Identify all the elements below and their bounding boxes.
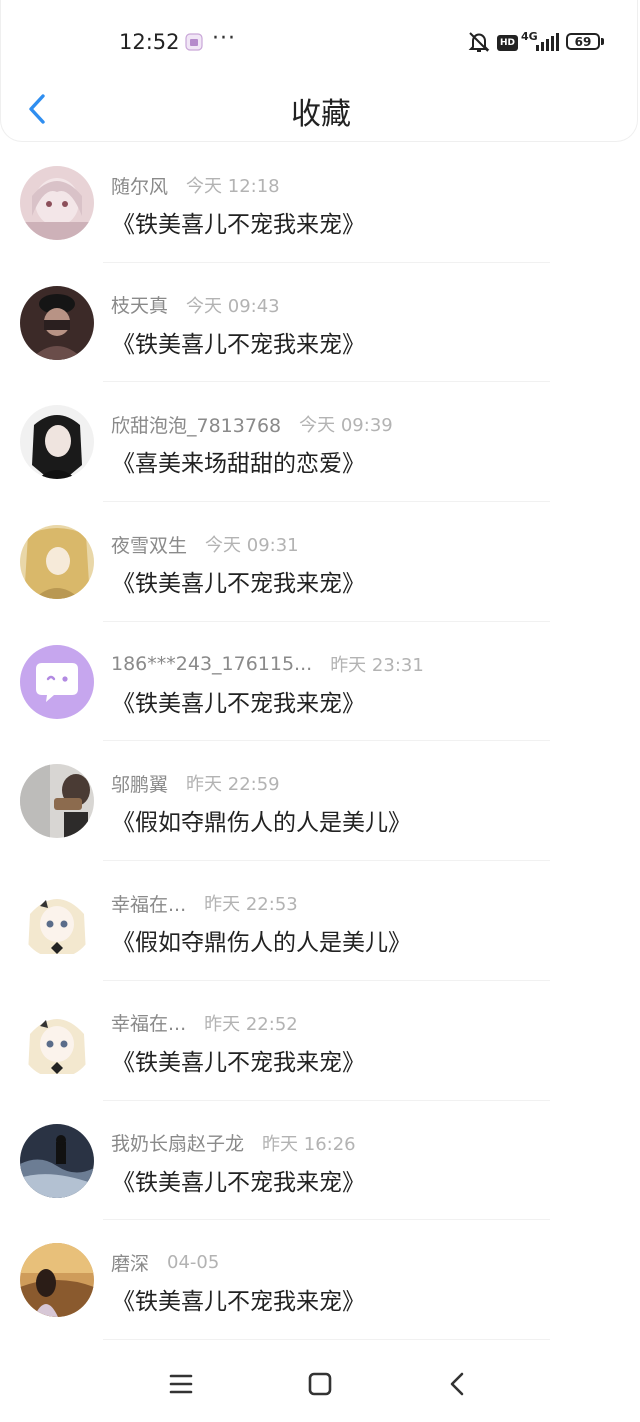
item-meta: 夜雪双生 今天 09:31 bbox=[111, 531, 299, 557]
list-item[interactable]: 欣甜泡泡_7813768 今天 09:39 《喜美来场甜甜的恋爱》 bbox=[0, 382, 640, 503]
user-name[interactable]: 随尔风 bbox=[111, 172, 168, 199]
item-time: 今天 09:31 bbox=[205, 535, 299, 557]
battery-level: 69 bbox=[574, 34, 592, 49]
item-message[interactable]: 《铁美喜儿不宠我来宠》 bbox=[112, 1043, 365, 1077]
avatar[interactable] bbox=[20, 644, 94, 719]
list-item[interactable]: 幸福在... 昨天 22:53 《假如夺鼎伤人的人是美儿》 bbox=[0, 861, 640, 981]
bell-muted-icon bbox=[468, 32, 490, 52]
item-meta: 枝天真 今天 09:43 bbox=[111, 292, 280, 318]
list-item[interactable]: 邬鹏翼 昨天 22:59 《假如夺鼎伤人的人是美儿》 bbox=[0, 741, 640, 862]
item-time: 今天 09:39 bbox=[299, 415, 393, 437]
avatar[interactable] bbox=[20, 525, 94, 600]
battery-icon: 69 bbox=[566, 33, 600, 50]
user-name[interactable]: 幸福在... bbox=[111, 890, 186, 917]
user-name[interactable]: 枝天真 bbox=[111, 291, 168, 318]
favorites-list: 随尔风 今天 12:18 《铁美喜儿不宠我来宠》 枝天真 今天 09:43 《铁… bbox=[0, 143, 640, 1340]
avatar[interactable] bbox=[20, 166, 94, 240]
item-message[interactable]: 《铁美喜儿不宠我来宠》 bbox=[112, 1282, 365, 1316]
list-item[interactable]: 夜雪双生 今天 09:31 《铁美喜儿不宠我来宠》 bbox=[0, 502, 640, 622]
home-square-icon[interactable] bbox=[303, 1367, 337, 1401]
item-message[interactable]: 《喜美来场甜甜的恋爱》 bbox=[112, 444, 365, 478]
system-nav-bar bbox=[0, 1345, 640, 1422]
avatar[interactable] bbox=[20, 1123, 94, 1198]
list-item[interactable]: 随尔风 今天 12:18 《铁美喜儿不宠我来宠》 bbox=[0, 143, 640, 263]
item-meta: 186***243_176115... 昨天 23:31 bbox=[111, 651, 424, 677]
item-message[interactable]: 《假如夺鼎伤人的人是美儿》 bbox=[112, 923, 411, 957]
item-meta: 我奶长扇赵子龙 昨天 16:26 bbox=[111, 1130, 356, 1156]
item-meta: 邬鹏翼 昨天 22:59 bbox=[111, 770, 280, 796]
item-message[interactable]: 《铁美喜儿不宠我来宠》 bbox=[112, 684, 365, 718]
item-message[interactable]: 《铁美喜儿不宠我来宠》 bbox=[112, 564, 365, 598]
avatar[interactable] bbox=[20, 884, 94, 959]
item-time: 今天 12:18 bbox=[186, 176, 280, 197]
list-item[interactable]: 我奶长扇赵子龙 昨天 16:26 《铁美喜儿不宠我来宠》 bbox=[0, 1101, 640, 1221]
user-name[interactable]: 我奶长扇赵子龙 bbox=[111, 1129, 244, 1156]
item-time: 04-05 bbox=[167, 1251, 220, 1273]
status-time: 12:52 bbox=[119, 30, 180, 54]
user-name[interactable]: 幸福在... bbox=[111, 1009, 186, 1036]
item-meta: 随尔风 今天 12:18 bbox=[111, 172, 280, 198]
avatar[interactable] bbox=[20, 764, 94, 839]
item-time: 昨天 22:59 bbox=[186, 774, 280, 796]
item-message[interactable]: 《铁美喜儿不宠我来宠》 bbox=[112, 205, 365, 239]
divider bbox=[103, 1338, 550, 1340]
item-message[interactable]: 《假如夺鼎伤人的人是美儿》 bbox=[112, 803, 411, 837]
list-item[interactable]: 磨深 04-05 《铁美喜儿不宠我来宠》 bbox=[0, 1220, 640, 1340]
user-name[interactable]: 夜雪双生 bbox=[111, 531, 187, 558]
item-meta: 幸福在... 昨天 22:52 bbox=[111, 1010, 298, 1036]
item-meta: 幸福在... 昨天 22:53 bbox=[111, 890, 298, 916]
avatar[interactable] bbox=[20, 405, 94, 480]
list-item[interactable]: 186***243_176115... 昨天 23:31 《铁美喜儿不宠我来宠》 bbox=[0, 622, 640, 742]
app-notification-icon bbox=[185, 33, 203, 51]
item-time: 昨天 23:31 bbox=[330, 654, 424, 676]
user-name[interactable]: 欣甜泡泡_7813768 bbox=[111, 411, 281, 438]
user-name[interactable]: 186***243_176115... bbox=[111, 653, 312, 675]
item-message[interactable]: 《铁美喜儿不宠我来宠》 bbox=[112, 1163, 365, 1197]
hd-badge: HD bbox=[497, 35, 519, 51]
list-item[interactable]: 幸福在... 昨天 22:52 《铁美喜儿不宠我来宠》 bbox=[0, 981, 640, 1101]
more-notifications-icon: ··· bbox=[212, 26, 236, 51]
signal-icon bbox=[536, 33, 559, 51]
item-time: 昨天 22:53 bbox=[204, 894, 298, 916]
menu-icon[interactable] bbox=[164, 1367, 198, 1401]
item-time: 今天 09:43 bbox=[186, 295, 280, 317]
item-meta: 磨深 04-05 bbox=[111, 1249, 219, 1275]
page-title: 收藏 bbox=[291, 97, 351, 132]
item-time: 昨天 16:26 bbox=[262, 1133, 356, 1155]
user-name[interactable]: 邬鹏翼 bbox=[111, 770, 168, 797]
item-message[interactable]: 《铁美喜儿不宠我来宠》 bbox=[112, 325, 365, 359]
app-header: 12:52 ··· HD 4G 69 收藏 bbox=[0, 0, 638, 142]
list-item[interactable]: 枝天真 今天 09:43 《铁美喜儿不宠我来宠》 bbox=[0, 263, 640, 383]
avatar[interactable] bbox=[20, 285, 94, 360]
status-bar: 12:52 ··· HD 4G 69 bbox=[1, 0, 640, 86]
item-meta: 欣甜泡泡_7813768 今天 09:39 bbox=[111, 411, 393, 437]
back-triangle-icon[interactable] bbox=[441, 1367, 475, 1401]
avatar[interactable] bbox=[20, 1003, 94, 1078]
item-time: 昨天 22:52 bbox=[204, 1013, 298, 1035]
avatar[interactable] bbox=[20, 1243, 94, 1318]
battery-tip bbox=[601, 38, 604, 45]
user-name[interactable]: 磨深 bbox=[111, 1249, 149, 1276]
